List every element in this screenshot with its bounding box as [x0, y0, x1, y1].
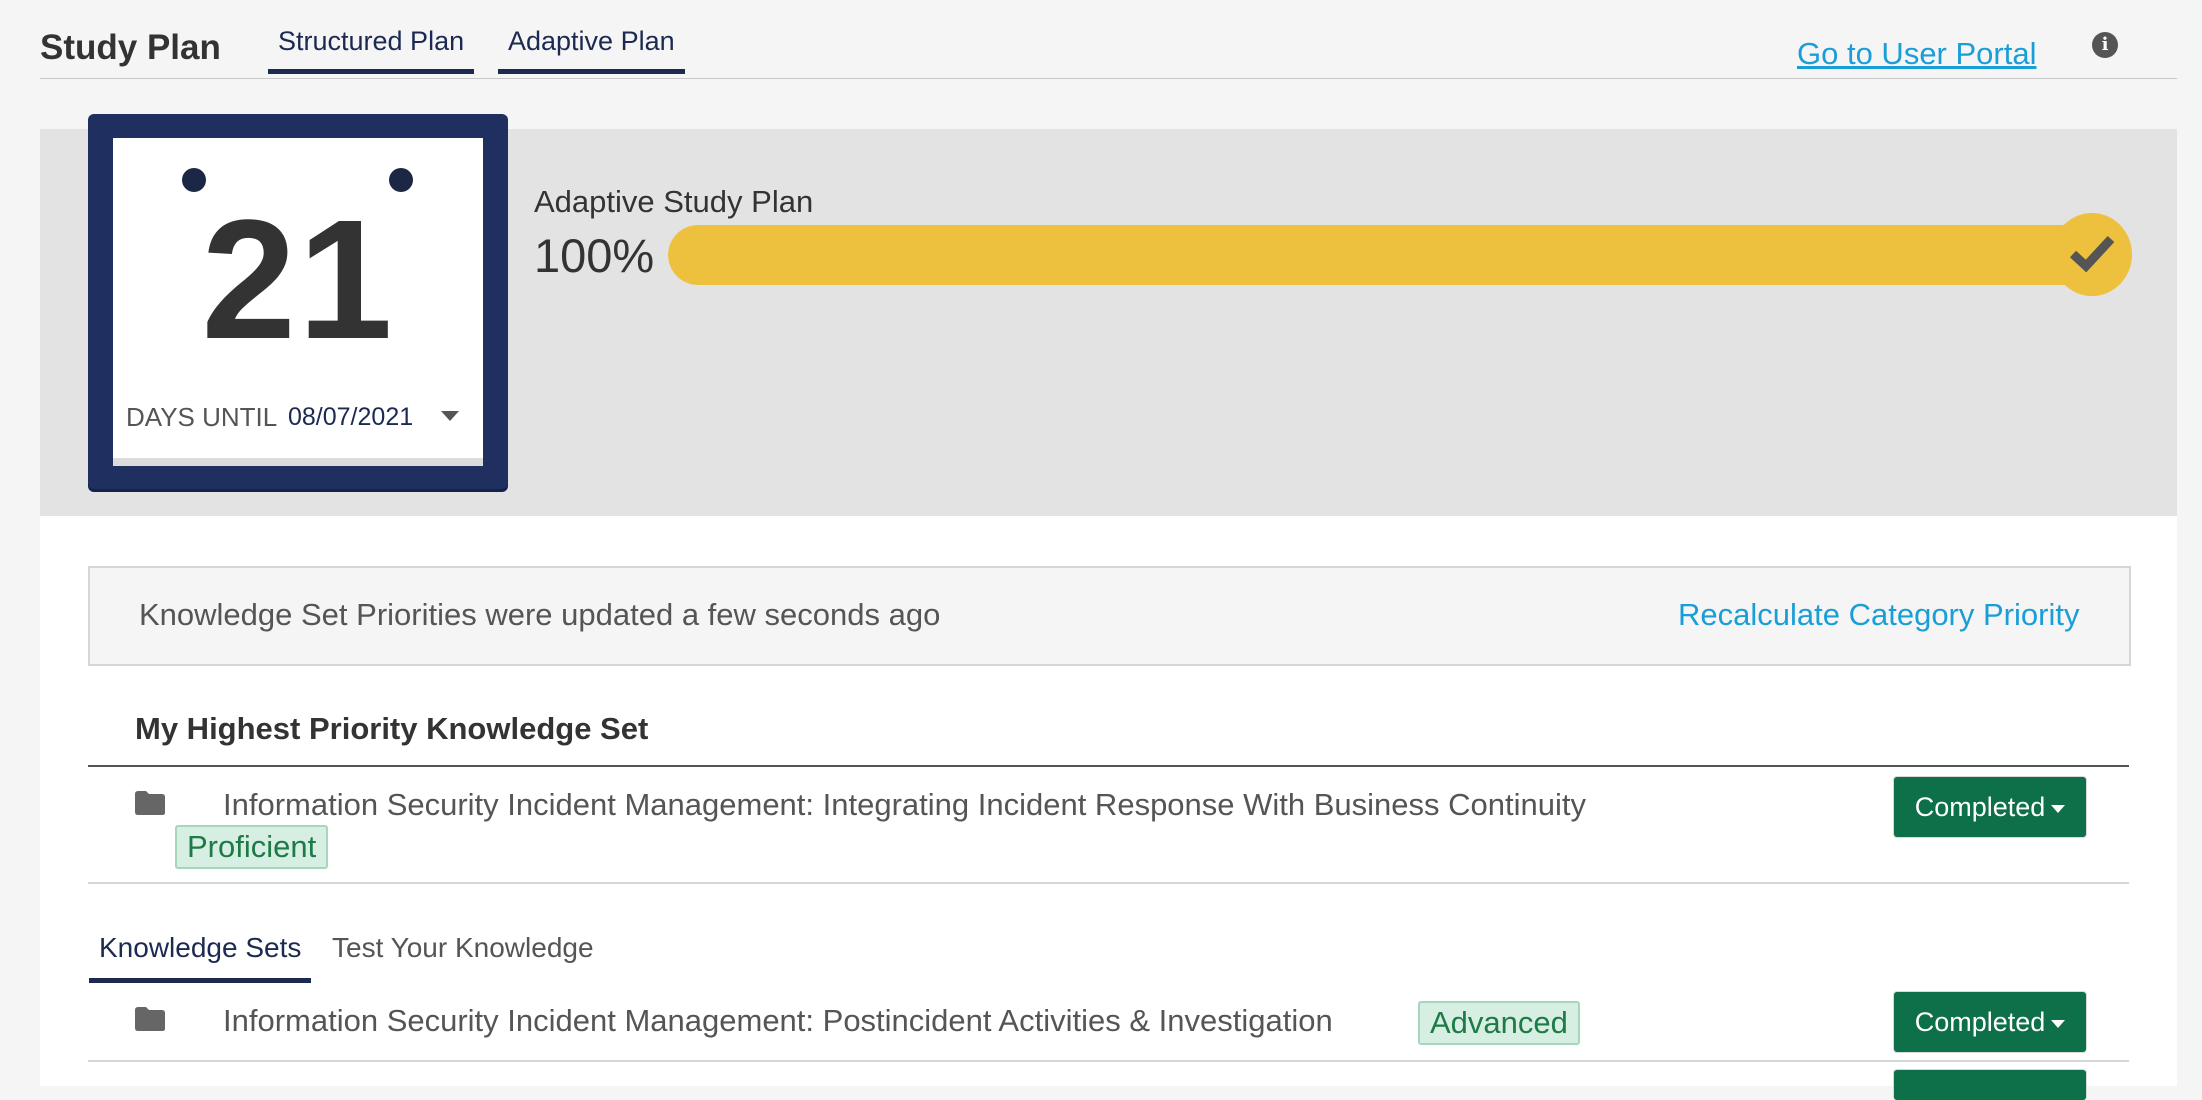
progress-bar [668, 225, 2100, 285]
progress-check-badge [2052, 213, 2132, 296]
caret-down-icon [2051, 1019, 2066, 1028]
status-dropdown-button[interactable] [1894, 1070, 2086, 1100]
folder-icon [135, 791, 165, 815]
row-divider [88, 882, 2129, 884]
days-until-label: DAYS UNTIL [126, 402, 278, 432]
exam-date-select[interactable]: 08/07/2021 [288, 403, 413, 432]
knowledge-set-title[interactable]: Information Security Incident Management… [223, 787, 1586, 823]
status-label: Completed [1914, 1007, 2046, 1037]
days-remaining: 21 [201, 185, 395, 375]
caret-down-icon[interactable] [441, 411, 459, 421]
folder-icon [135, 1007, 165, 1031]
recalculate-priority-link[interactable]: Recalculate Category Priority [1678, 597, 2079, 633]
info-icon[interactable]: i [2092, 32, 2118, 58]
proficiency-badge: Advanced [1418, 1001, 1580, 1045]
progress-bar-fill [668, 225, 2100, 285]
status-dropdown-button[interactable]: Completed [1894, 777, 2086, 837]
priority-notice-text: Knowledge Set Priorities were updated a … [139, 597, 941, 632]
status-dropdown-button[interactable]: Completed [1894, 992, 2086, 1052]
user-portal-link[interactable]: Go to User Portal [1797, 36, 2036, 72]
header-divider [40, 78, 2177, 79]
highest-priority-heading: My Highest Priority Knowledge Set [135, 711, 649, 746]
section-divider [88, 765, 2129, 767]
tab-structured-plan[interactable]: Structured Plan [268, 26, 475, 74]
knowledge-set-title[interactable]: Information Security Incident Management… [223, 1003, 1333, 1039]
caret-down-icon [2051, 804, 2066, 813]
plan-percent: 100% [534, 229, 655, 282]
subtab-knowledge-sets[interactable]: Knowledge Sets [89, 932, 312, 983]
page-title: Study Plan [40, 28, 221, 67]
checkmark-icon [2070, 235, 2114, 273]
subtab-test-your-knowledge[interactable]: Test Your Knowledge [322, 932, 604, 978]
plan-label: Adaptive Study Plan [534, 184, 814, 219]
tab-adaptive-plan[interactable]: Adaptive Plan [498, 26, 685, 74]
proficiency-badge: Proficient [175, 825, 329, 869]
status-label: Completed [1914, 792, 2046, 822]
row-divider [88, 1060, 2129, 1062]
